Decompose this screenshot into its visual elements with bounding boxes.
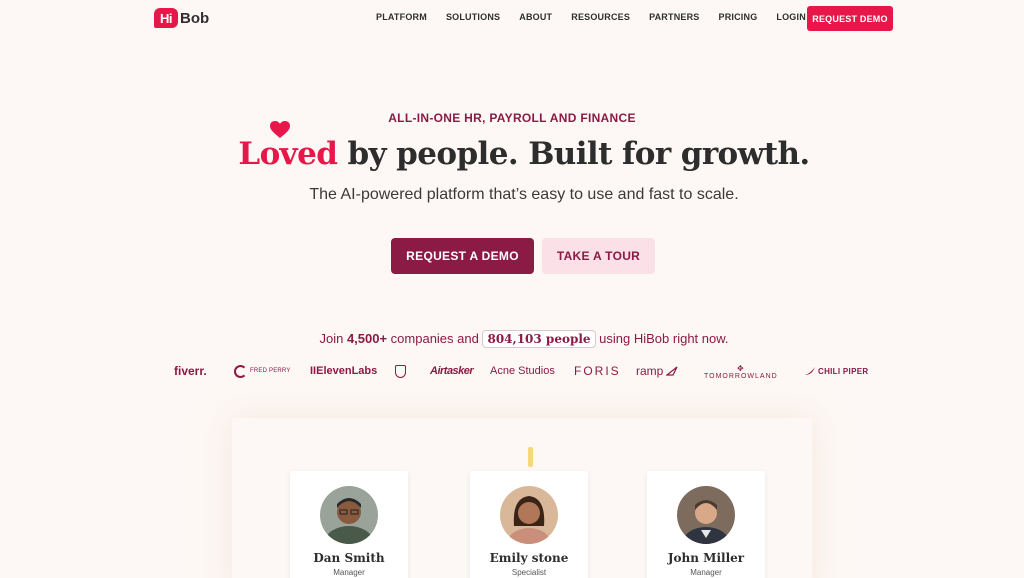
headline-accent: Loved <box>238 136 338 172</box>
hero-eyebrow: ALL-IN-ONE HR, PAYROLL AND FINANCE <box>388 111 636 125</box>
ramp-text: ramp <box>636 364 664 378</box>
take-a-tour-button[interactable]: TAKE A TOUR <box>542 238 655 274</box>
avatar-photo <box>677 486 735 544</box>
airtasker-logo: Airtasker <box>430 365 474 377</box>
ramp-arrow-icon <box>666 366 678 376</box>
acne-studios-logo: Acne Studios <box>490 365 555 377</box>
request-a-demo-button[interactable]: REQUEST A DEMO <box>391 238 534 274</box>
proof-prefix: Join <box>319 331 347 346</box>
employee-card: John Miller Manager <box>647 471 765 578</box>
proof-suffix: using HiBob right now. <box>595 331 729 346</box>
laurel-icon <box>234 364 247 378</box>
fulham-crest-logo <box>395 362 406 380</box>
social-proof: Join 4,500+ companies and 804,103 people… <box>0 330 1024 348</box>
chili-piper-text: CHILI PIPER <box>818 366 869 376</box>
customer-logos: fiverr. FRED PERRY IIElevenLabs Airtaske… <box>174 362 874 382</box>
request-demo-nav-button[interactable]: REQUEST DEMO <box>807 6 893 31</box>
companies-count: 4,500+ <box>346 331 388 346</box>
employee-card: Dan Smith Manager <box>290 471 408 578</box>
nav-solutions[interactable]: SOLUTIONS <box>446 12 500 22</box>
people-counter: 804,103 people <box>482 330 596 348</box>
top-navigation: Hi Bob PLATFORM SOLUTIONS ABOUT RESOURCE… <box>0 0 1024 36</box>
employee-name: Emily stone <box>489 551 569 565</box>
tomorrowland-mark-icon: ✥ <box>737 364 745 373</box>
nav-platform[interactable]: PLATFORM <box>376 12 427 22</box>
nav-login[interactable]: LOGIN <box>776 12 806 22</box>
foris-logo: FORIS <box>574 364 621 378</box>
employee-name: John Miller <box>667 551 745 565</box>
employee-role: Manager <box>333 568 365 577</box>
proof-middle: companies and <box>387 331 483 346</box>
employee-role: Specialist <box>511 568 547 577</box>
avatar-photo <box>320 486 378 544</box>
nav-partners[interactable]: PARTNERS <box>649 12 699 22</box>
nav-links: PLATFORM SOLUTIONS ABOUT RESOURCES PARTN… <box>376 12 825 22</box>
avatar <box>500 486 558 544</box>
tomorrowland-text: TOMORROWLAND <box>704 373 778 380</box>
elevenlabs-logo: IIElevenLabs <box>310 365 378 377</box>
employee-card: Emily stone Specialist <box>470 471 588 578</box>
logo-badge: Hi <box>154 8 178 28</box>
logo-text: Bob <box>180 9 210 27</box>
hibob-logo[interactable]: Hi Bob <box>154 7 209 29</box>
avatar <box>320 486 378 544</box>
nav-about[interactable]: ABOUT <box>519 12 552 22</box>
nav-pricing[interactable]: PRICING <box>719 12 758 22</box>
fred-perry-logo: FRED PERRY <box>234 362 291 380</box>
candle-decoration <box>528 447 533 467</box>
fred-perry-text: FRED PERRY <box>250 368 291 374</box>
hero-subline: The AI-powered platform that’s easy to u… <box>309 186 739 203</box>
headline-rest: by people. Built for growth. <box>337 136 810 172</box>
avatar-photo <box>500 486 558 544</box>
tomorrowland-logo: ✥ TOMORROWLAND <box>704 365 778 383</box>
employee-name: Dan Smith <box>313 551 385 565</box>
chili-piper-logo: CHILI PIPER <box>804 362 868 380</box>
chili-icon <box>805 367 815 375</box>
crest-icon <box>395 364 406 378</box>
hero-headline: Loved by people. Built for growth. <box>0 136 1024 172</box>
avatar <box>677 486 735 544</box>
nav-resources[interactable]: RESOURCES <box>571 12 630 22</box>
fiverr-logo: fiverr. <box>174 364 207 378</box>
ramp-logo: ramp <box>636 362 678 380</box>
employee-role: Manager <box>690 568 722 577</box>
